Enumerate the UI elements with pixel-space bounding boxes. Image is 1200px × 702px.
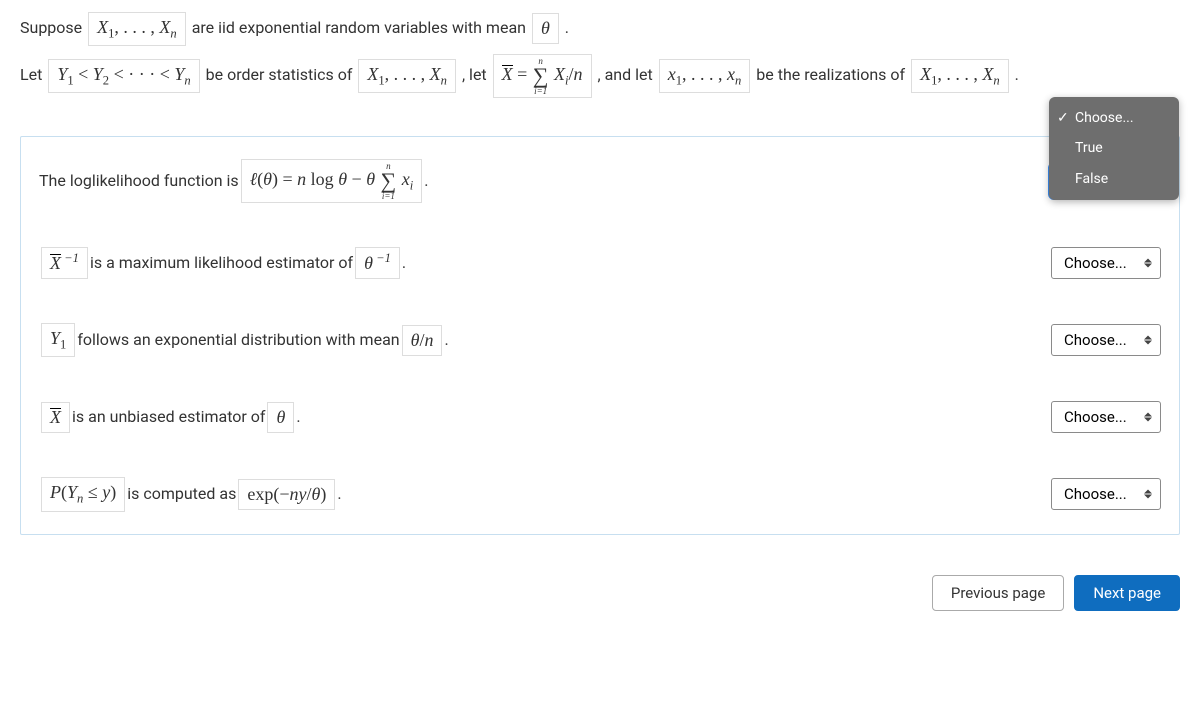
math-loglik: ℓ(θ) = n log θ − θ n∑i=1 xi bbox=[241, 159, 423, 203]
statement-row: X is an unbiased estimator of θ . Choose… bbox=[21, 379, 1179, 455]
sort-icon bbox=[1144, 490, 1152, 499]
statement-text: . bbox=[296, 401, 300, 433]
answer-select-wrap: Choose... bbox=[1051, 478, 1161, 510]
nav-footer: Previous page Next page bbox=[20, 535, 1180, 631]
stem-text: , and let bbox=[597, 65, 656, 84]
statement-text: is computed as bbox=[127, 478, 236, 510]
statement-text: is a maximum likelihood estimator of bbox=[90, 247, 353, 279]
statement-text: follows an exponential distribution with… bbox=[77, 324, 399, 356]
math-xbar-def: X = n∑i=1 Xi/n bbox=[493, 54, 592, 98]
math-x1-xn: X1, . . . , Xn bbox=[358, 59, 456, 93]
dropdown-option-true[interactable]: True bbox=[1049, 133, 1179, 163]
next-page-button[interactable]: Next page bbox=[1074, 575, 1180, 611]
statement-text: . bbox=[444, 324, 448, 356]
statement-row: Y1 follows an exponential distribution w… bbox=[21, 301, 1179, 379]
answer-select[interactable]: Choose... bbox=[1051, 247, 1161, 279]
answer-select-wrap: Choose... bbox=[1051, 401, 1161, 433]
sort-icon bbox=[1144, 258, 1152, 267]
select-label: Choose... bbox=[1064, 408, 1127, 426]
select-label: Choose... bbox=[1064, 331, 1127, 349]
statement-text: . bbox=[402, 247, 406, 279]
stem-text: . bbox=[565, 18, 569, 37]
statement-row: P(Yn ≤ y) is computed as exp(−ny/θ) . Ch… bbox=[21, 455, 1179, 533]
answer-select[interactable]: Choose... bbox=[1051, 324, 1161, 356]
math-theta-inv: θ −1 bbox=[355, 247, 400, 279]
stem-text: Let bbox=[20, 65, 46, 84]
stem-text: are iid exponential random variables wit… bbox=[192, 18, 530, 37]
math-theta: θ bbox=[267, 402, 294, 433]
math-theta-over-n: θ/n bbox=[402, 325, 443, 356]
statement-text: is an unbiased estimator of bbox=[72, 401, 265, 433]
statements-panel: The loglikelihood function is ℓ(θ) = n l… bbox=[20, 136, 1180, 535]
dropdown-option-false[interactable]: False bbox=[1049, 164, 1179, 194]
math-pyn: P(Yn ≤ y) bbox=[41, 477, 125, 511]
stem-text: be order statistics of bbox=[206, 65, 357, 84]
previous-page-button[interactable]: Previous page bbox=[932, 575, 1064, 611]
math-exp: exp(−ny/θ) bbox=[238, 479, 335, 510]
select-label: Choose... bbox=[1064, 254, 1127, 272]
stem-text: , let bbox=[462, 65, 491, 84]
math-x1-xn: X1, . . . , Xn bbox=[88, 12, 186, 46]
math-x1-xn: X1, . . . , Xn bbox=[911, 59, 1009, 93]
math-theta: θ bbox=[532, 13, 559, 44]
math-xbar: X bbox=[41, 402, 70, 433]
select-label: Choose... bbox=[1064, 485, 1127, 503]
statement-text: . bbox=[424, 165, 428, 197]
dropdown-menu: Choose... True False bbox=[1049, 97, 1179, 200]
stem-text: Suppose bbox=[20, 18, 86, 37]
answer-select[interactable]: Choose... bbox=[1051, 401, 1161, 433]
answer-select-wrap: Choose... bbox=[1051, 324, 1161, 356]
sort-icon bbox=[1144, 336, 1152, 345]
math-y1: Y1 bbox=[41, 323, 75, 357]
statement-row: The loglikelihood function is ℓ(θ) = n l… bbox=[21, 137, 1179, 225]
statement-text: The loglikelihood function is bbox=[39, 165, 239, 197]
sort-icon bbox=[1144, 413, 1152, 422]
answer-select[interactable]: Choose... bbox=[1051, 478, 1161, 510]
statement-row: X −1 is a maximum likelihood estimator o… bbox=[21, 225, 1179, 301]
math-xbar-inv: X −1 bbox=[41, 247, 88, 279]
statement-text: . bbox=[337, 478, 341, 510]
math-realizations: x1, . . . , xn bbox=[659, 59, 751, 93]
stem-text: . bbox=[1015, 65, 1019, 84]
math-order-stats: Y1 < Y2 < · · · < Yn bbox=[48, 59, 199, 93]
answer-select-wrap: Choose... True False Choose... bbox=[1051, 165, 1161, 197]
stem-text: be the realizations of bbox=[756, 65, 909, 84]
question-stem: Suppose X1, . . . , Xn are iid exponenti… bbox=[20, 0, 1180, 136]
answer-select-wrap: Choose... bbox=[1051, 247, 1161, 279]
dropdown-option-choose[interactable]: Choose... bbox=[1049, 103, 1179, 133]
